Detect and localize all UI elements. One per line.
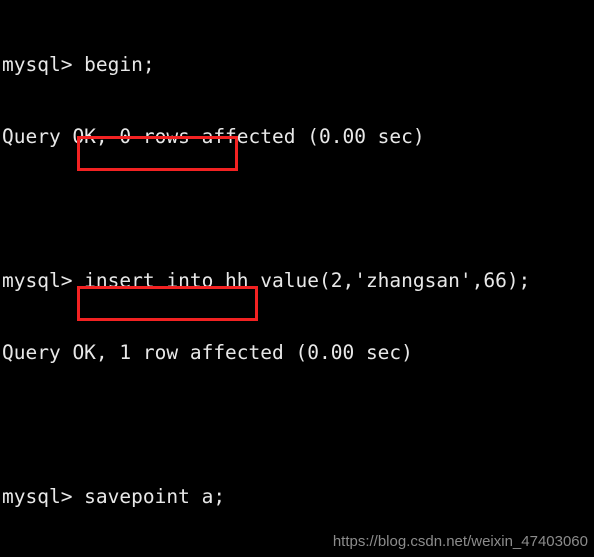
terminal-window: +----+----------+-------+ mysql> begin; …: [0, 0, 594, 557]
terminal-line: mysql> insert into hh value(2,'zhangsan'…: [2, 269, 531, 292]
terminal-line: mysql> begin;: [2, 53, 155, 76]
terminal-line: Query OK, 0 rows affected (0.00 sec): [2, 125, 425, 148]
terminal-line: Query OK, 1 row affected (0.00 sec): [2, 341, 413, 364]
terminal-output[interactable]: mysql> begin; Query OK, 0 rows affected …: [0, 5, 594, 557]
terminal-line-savepoint-a: mysql> savepoint a;: [2, 485, 226, 508]
watermark: https://blog.csdn.net/weixin_47403060: [332, 533, 588, 550]
